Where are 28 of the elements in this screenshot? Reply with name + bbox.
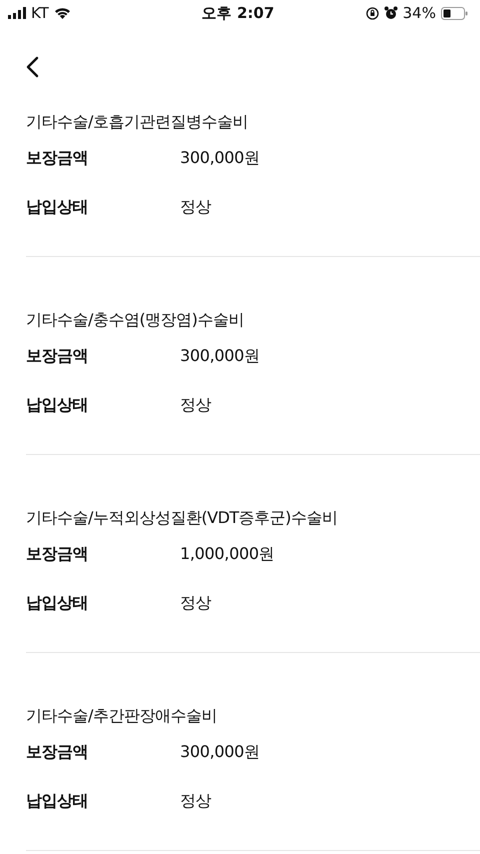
field-value: 300,000원 — [180, 741, 260, 763]
field-label: 보장금액 — [26, 345, 89, 367]
field-label: 보장금액 — [26, 147, 89, 169]
field-value: 1,000,000원 — [180, 543, 274, 565]
field-value: 정상 — [180, 394, 212, 416]
field-label: 보장금액 — [26, 741, 89, 763]
field-value: 정상 — [180, 790, 212, 812]
alarm-icon — [384, 6, 398, 20]
field-label: 납입상태 — [26, 196, 89, 218]
field-label: 보장금액 — [26, 543, 89, 565]
field-label: 납입상태 — [26, 790, 89, 812]
field-value: 정상 — [180, 196, 212, 218]
signal-icon — [8, 7, 26, 19]
status-time: 오후 2:07 — [202, 4, 274, 22]
battery-icon — [440, 6, 468, 20]
carrier-name: KT — [31, 4, 49, 22]
wifi-icon — [54, 7, 71, 19]
field-label: 납입상태 — [26, 394, 89, 416]
field-value: 300,000원 — [180, 147, 260, 169]
coverage-title: 기타수술/충수염(맹장염)수술비 — [26, 309, 245, 331]
field-value: 정상 — [180, 592, 212, 614]
coverage-title: 기타수술/추간판장애수술비 — [26, 705, 218, 727]
coverage-title: 기타수술/누적외상성질환(VDT증후군)수술비 — [26, 507, 338, 529]
field-label: 납입상태 — [26, 592, 89, 614]
rotation-lock-icon — [366, 6, 379, 20]
battery-percent: 34% — [402, 4, 436, 22]
field-value: 300,000원 — [180, 345, 260, 367]
coverage-title: 기타수술/호흡기관련질병수술비 — [26, 111, 249, 133]
